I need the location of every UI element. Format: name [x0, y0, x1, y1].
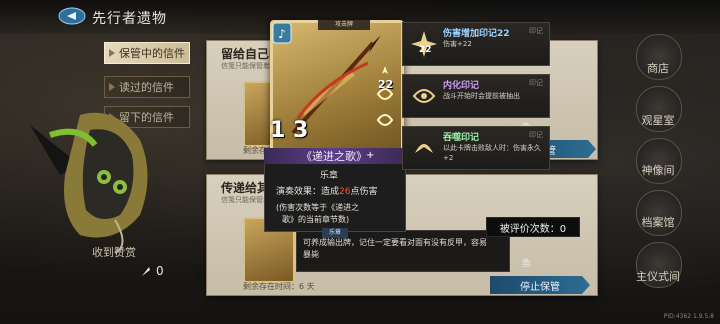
nav-ritual-room-label: 主仪式间 [636, 270, 680, 283]
card-name: 《递进之歌》 [264, 148, 404, 164]
seal-name: 内化印记 [443, 81, 480, 91]
card-effect-value: 26 [339, 187, 351, 197]
seal-internalize-icon [412, 89, 436, 103]
review-line: 可养成输出牌，记住一定要看对面有没有反甲，容易 [303, 238, 487, 247]
praise-count-value: 0 [156, 264, 164, 278]
card-effect-suffix: 点伤害 [350, 187, 378, 197]
nav-statue-room-label: 神像间 [641, 164, 675, 177]
card-category-chip: 乐章 [322, 228, 348, 238]
tab-marker-icon [109, 49, 115, 57]
seal-damage-up: 22 伤害增加印记22 印记 伤害+22 [402, 22, 550, 66]
nav-shop-label: 商店 [647, 62, 669, 75]
card-effect: 演奏效果：造成26点伤害 [276, 184, 377, 197]
seal-tag: 印记 [529, 27, 543, 35]
seal-internalize: 内化印记 印记 战斗开始时会提前被抽出 [402, 74, 550, 118]
seal-badge: 22 [419, 45, 432, 55]
feather-icon [142, 267, 150, 276]
svg-text:♪: ♪ [278, 27, 286, 41]
back-arrow-icon[interactable] [58, 6, 86, 26]
game-scene: 先行者遗物 保管中的信件 读过的信件 留下的信件 收到赞赏 0 留给自己的 信笺… [0, 0, 720, 324]
tab-marker-icon [109, 83, 115, 91]
card-number-large: 1 3 [270, 118, 309, 143]
fish-label: 鱼 [522, 259, 532, 269]
card-effect-prefix: 演奏效果：造成 [276, 187, 340, 197]
seal-tag: 印记 [529, 131, 543, 139]
letter-remain-time: 剩余存在时间：6 天 [243, 282, 315, 291]
seal-desc: 以此卡牌击败敌人时：伤害永久+2 [443, 144, 541, 162]
eval-count-box: 被评价次数：0 [486, 217, 580, 237]
tab-label: 保管中的信件 [119, 47, 185, 60]
eval-count-label: 被评价次数：0 [499, 223, 567, 235]
praise-count: 0 [140, 262, 188, 280]
review-line: 暴毙 [303, 250, 319, 259]
tab-label: 读过的信件 [119, 81, 174, 94]
seal-name: 吞噬印记 [443, 133, 480, 143]
seal-desc: 伤害+22 [443, 40, 472, 48]
seal-devour-icon [415, 144, 433, 153]
page-title: 先行者遗物 [92, 11, 167, 27]
nav-observatory-label: 观星室 [641, 114, 675, 127]
seal-slot-icons [376, 66, 394, 126]
card-note-line: 歌》的当前章节数) [282, 215, 350, 224]
stop-keep-button[interactable]: 停止保管 [490, 276, 590, 294]
letter-subtitle: 信笺只能保管着 [221, 62, 270, 70]
stop-keep-button-label: 停止保管 [520, 281, 560, 293]
seal-devour: 吞噬印记 印记 以此卡牌击败敌人时：伤害永久+2 [402, 126, 550, 170]
card-type-label: 攻击牌 [318, 20, 370, 30]
hooded-mascot-image [30, 112, 148, 254]
seal-tag: 印记 [529, 79, 543, 87]
seal-name: 伤害增加印记22 [443, 29, 510, 39]
letter-subtitle: 信笺只能保管着 [221, 196, 270, 204]
tab-stored-letters[interactable]: 保管中的信件 [104, 42, 190, 64]
card-category: 乐章 [320, 171, 339, 181]
seal-desc: 战斗开始时会提前被抽出 [443, 92, 520, 100]
version-label: PID:4362 1.9.5.8 [663, 313, 714, 320]
card-note-line: (伤害次数等于《递进之 [276, 203, 360, 212]
received-praise-label: 收到赞赏 [92, 246, 136, 259]
nav-archive-label: 档案馆 [641, 216, 675, 229]
music-note-cost-icon: ♪ [272, 22, 292, 44]
card-upgrade-mark: + [366, 150, 375, 161]
